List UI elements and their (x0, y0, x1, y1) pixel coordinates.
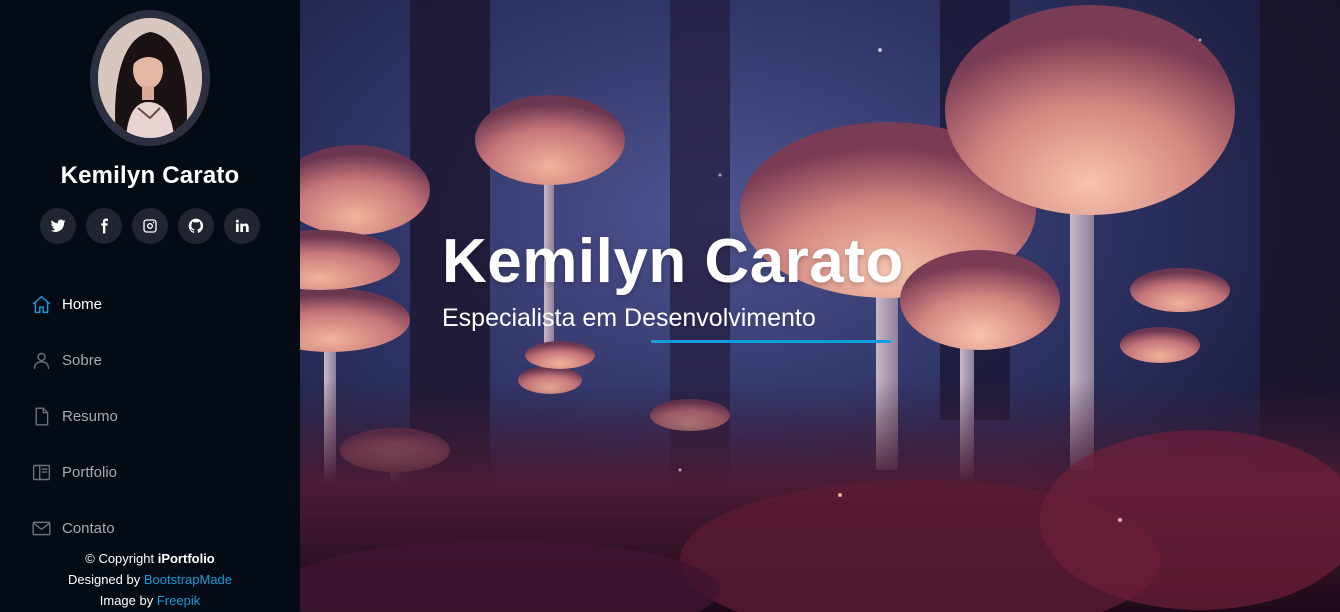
profile-name: Kemilyn Carato (60, 162, 240, 189)
copyright-line: © Copyright iPortfolio (85, 551, 215, 566)
freepik-link[interactable]: Freepik (157, 593, 200, 608)
envelope-icon (30, 517, 52, 539)
twitter-icon (50, 219, 66, 232)
avatar (90, 10, 210, 146)
home-icon (30, 293, 52, 315)
facebook-link[interactable] (86, 208, 122, 244)
nav-item-label: Sobre (62, 351, 103, 369)
github-icon (188, 218, 204, 233)
person-icon (30, 349, 52, 371)
linkedin-icon (235, 219, 249, 232)
main-nav: Home Sobre Resumo Portfolio Contato (30, 276, 280, 556)
facebook-icon (101, 218, 108, 234)
nav-item-label: Contato (62, 519, 115, 537)
github-link[interactable] (178, 208, 214, 244)
nav-item-label: Resumo (62, 407, 118, 425)
instagram-link[interactable] (132, 208, 168, 244)
nav-item-portfolio[interactable]: Portfolio (30, 444, 280, 500)
hero-section: Kemilyn Carato Especialista em Desenvolv… (300, 0, 1340, 612)
nav-item-sobre[interactable]: Sobre (30, 332, 280, 388)
file-icon (30, 405, 52, 427)
designed-by-line: Designed by BootstrapMade (67, 572, 233, 587)
nav-item-resumo[interactable]: Resumo (30, 388, 280, 444)
image-by-line: Image by Freepik (99, 593, 201, 608)
copyright-brand: iPortfolio (157, 551, 215, 566)
social-links (40, 208, 260, 244)
twitter-link[interactable] (40, 208, 76, 244)
sidebar-footer: © Copyright iPortfolio Designed by Boots… (0, 548, 300, 611)
typed-underline (651, 340, 891, 343)
hero-title: Kemilyn Carato (442, 227, 904, 296)
book-icon (30, 461, 52, 483)
linkedin-link[interactable] (224, 208, 260, 244)
sidebar: Kemilyn Carato Home Sobre Resumo Portfol… (0, 0, 300, 612)
hero-subtitle: Especialista em Desenvolvimento (442, 304, 816, 332)
nav-item-home[interactable]: Home (30, 276, 280, 332)
nav-item-label: Portfolio (62, 463, 118, 481)
bootstrapmade-link[interactable]: BootstrapMade (144, 572, 232, 587)
nav-item-label: Home (62, 295, 103, 313)
instagram-icon (143, 219, 157, 233)
